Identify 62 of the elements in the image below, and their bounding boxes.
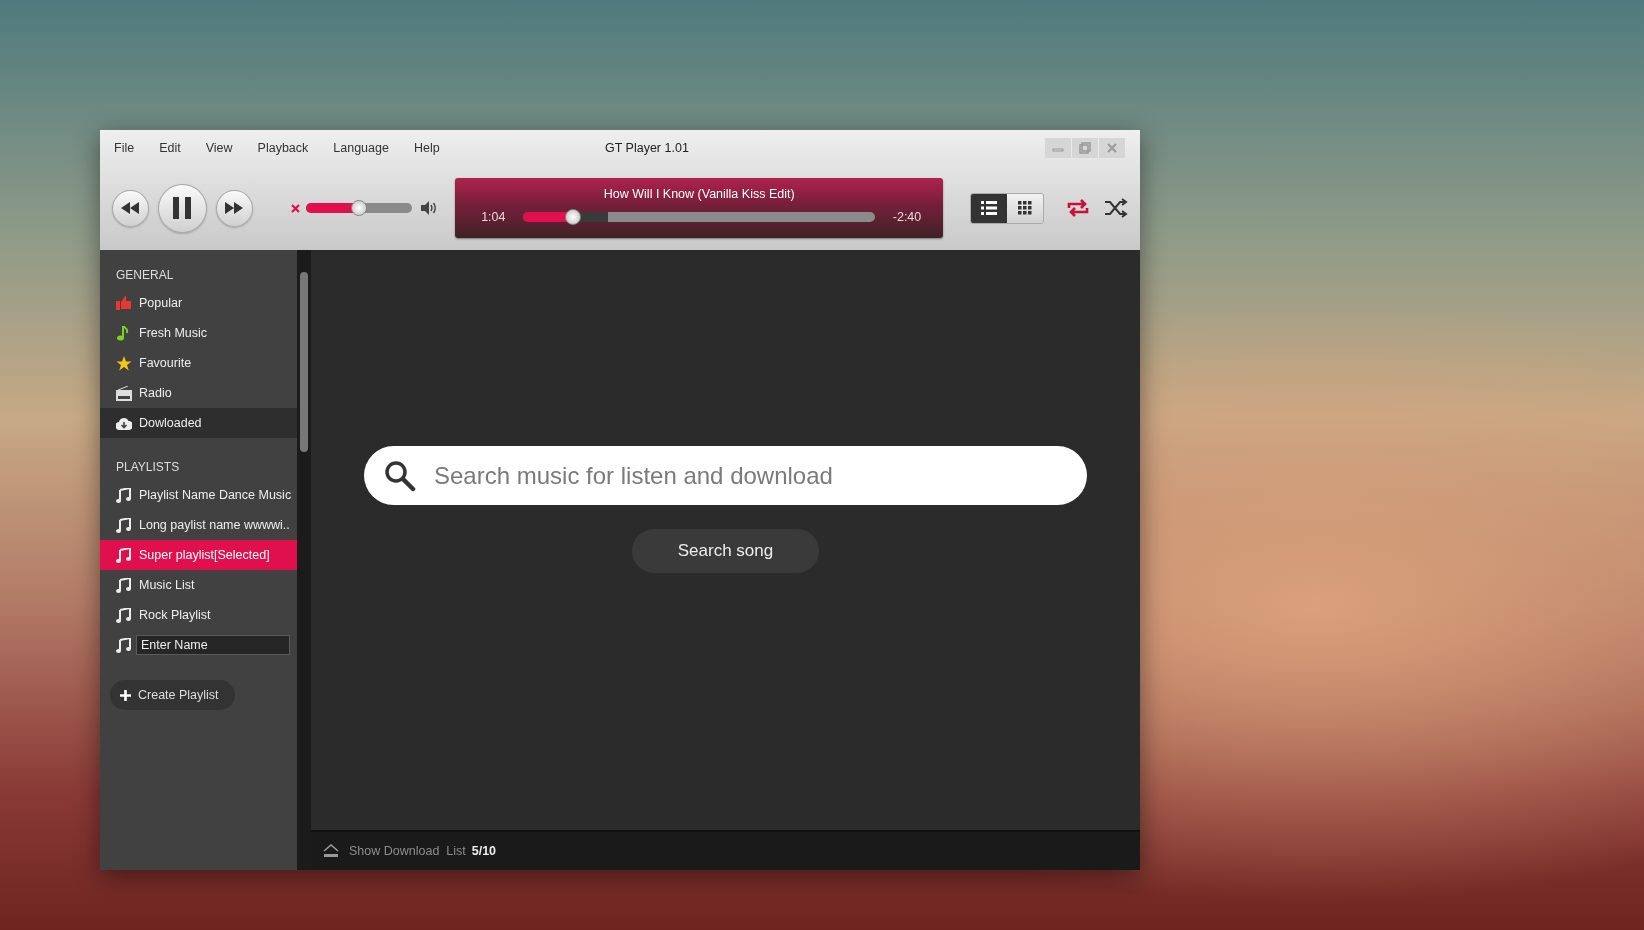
playlist-item[interactable]: Music List bbox=[100, 570, 297, 600]
speaker-icon bbox=[421, 201, 439, 215]
progress-thumb[interactable] bbox=[564, 209, 581, 226]
pause-icon bbox=[173, 197, 192, 219]
list-icon bbox=[981, 201, 998, 215]
scrollbar[interactable] bbox=[297, 250, 311, 870]
elapsed-time: 1:04 bbox=[481, 208, 506, 226]
download-list-link[interactable]: Show Download List bbox=[349, 841, 466, 861]
remaining-time: -2:40 bbox=[892, 208, 922, 226]
music-note-icon bbox=[116, 487, 132, 503]
sidebar-item[interactable]: Radio bbox=[100, 378, 297, 408]
search-button[interactable]: Search song bbox=[632, 529, 819, 573]
fast-forward-button[interactable] bbox=[215, 189, 253, 227]
music-note-icon bbox=[116, 547, 132, 563]
radio-icon bbox=[116, 385, 132, 401]
pause-button[interactable] bbox=[157, 183, 207, 233]
menu-item[interactable]: Help bbox=[411, 138, 442, 158]
menu-item[interactable]: Language bbox=[331, 138, 391, 158]
volume-slider[interactable] bbox=[305, 203, 413, 213]
window-title: GT Player 1.01 bbox=[605, 139, 689, 157]
section-heading: GENERAL bbox=[115, 267, 175, 284]
sidebar-item[interactable]: Dowloaded bbox=[100, 408, 297, 438]
menu-item[interactable]: View bbox=[203, 138, 235, 158]
search-icon bbox=[384, 459, 416, 492]
menu-item[interactable]: Playback bbox=[255, 138, 311, 158]
search-bar[interactable]: Search music for listen and download bbox=[364, 446, 1087, 505]
menu-item[interactable]: Edit bbox=[157, 138, 183, 158]
search-field[interactable]: Search music for listen and download bbox=[432, 456, 1067, 495]
volume-thumb[interactable] bbox=[350, 200, 367, 216]
close-icon bbox=[1106, 142, 1118, 154]
repeat-icon[interactable] bbox=[1066, 198, 1090, 218]
list-view-button[interactable] bbox=[971, 193, 1008, 223]
music-note-icon bbox=[116, 577, 132, 593]
maximize-icon bbox=[1079, 142, 1091, 154]
thumbs-up-icon bbox=[116, 295, 132, 311]
name-input-field[interactable]: Enter Name bbox=[136, 635, 290, 655]
star-icon bbox=[116, 355, 132, 371]
music-note-icon bbox=[116, 517, 132, 533]
download-count: 5/10 bbox=[471, 842, 497, 860]
cloud-download-icon bbox=[116, 415, 132, 431]
track-title: How Will I Know (Vanilla Kiss Edit) bbox=[602, 186, 796, 203]
eject-icon[interactable] bbox=[323, 844, 339, 858]
music-note-icon bbox=[116, 637, 132, 653]
sidebar-item[interactable]: Popular bbox=[100, 288, 297, 318]
shuffle-icon[interactable] bbox=[1104, 198, 1128, 218]
section-heading: PLAYLISTS bbox=[115, 459, 181, 476]
fast-forward-icon bbox=[225, 202, 244, 214]
grid-icon bbox=[1018, 201, 1033, 215]
rewind-icon bbox=[121, 202, 140, 214]
playlist-item[interactable]: Rock Playlist bbox=[100, 600, 297, 630]
plus-icon bbox=[120, 689, 131, 701]
playlist-item[interactable]: Super playlist[Selected] bbox=[100, 540, 297, 570]
playlist-item[interactable]: Playlist Name Dance Music bbox=[100, 480, 297, 510]
sidebar-item[interactable]: Fresh Music bbox=[100, 318, 297, 348]
rewind-button[interactable] bbox=[112, 189, 149, 227]
playlist-item[interactable]: Long paylist name wwwwi.. bbox=[100, 510, 297, 540]
menu-item[interactable]: File bbox=[112, 138, 137, 158]
create-playlist-button[interactable]: Create Playlist bbox=[110, 680, 235, 710]
grid-view-button[interactable] bbox=[1007, 193, 1043, 223]
sidebar-item[interactable]: Favourite bbox=[100, 348, 297, 378]
music-note-icon bbox=[116, 607, 132, 623]
progress-slider[interactable] bbox=[523, 212, 875, 223]
